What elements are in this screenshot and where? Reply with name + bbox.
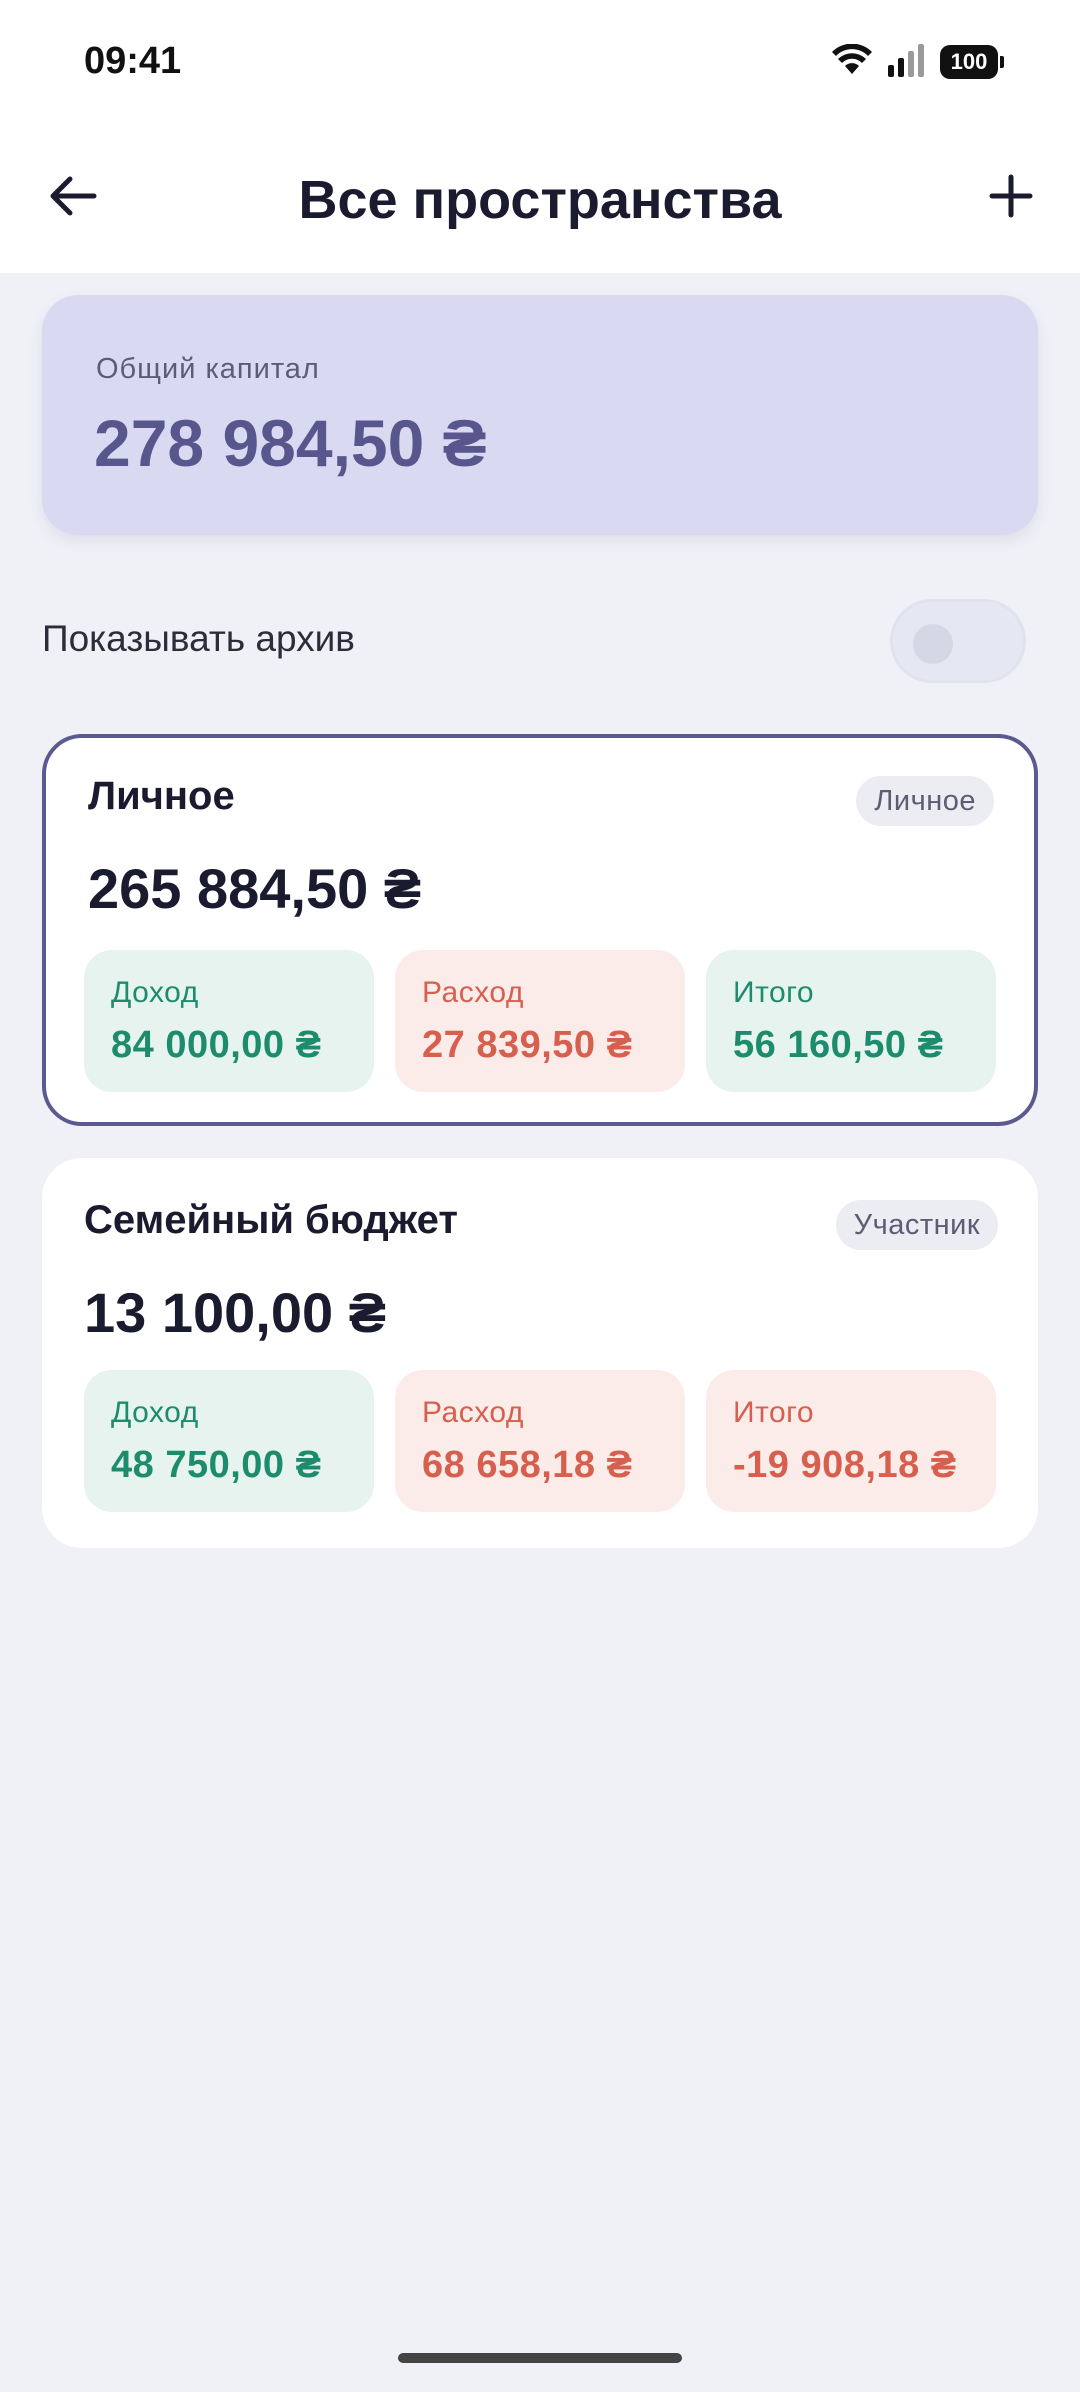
expense-label: Расход [422,1396,524,1429]
status-bar: 09:41 100 [0,0,1080,125]
income-box: Доход 48 750,00 ₴ [84,1370,374,1512]
app-bar: Все пространства [0,125,1080,273]
space-card-family-budget[interactable]: Семейный бюджет Участник 13 100,00 ₴ Дох… [42,1158,1038,1548]
total-label: Итого [733,1396,815,1429]
expense-box: Расход 68 658,18 ₴ [395,1370,685,1512]
home-indicator[interactable] [398,2353,682,2363]
space-name: Семейный бюджет [84,1198,458,1242]
expense-label: Расход [422,976,524,1009]
space-role-badge: Участник [835,1200,998,1250]
total-box: Итого -19 908,18 ₴ [706,1370,996,1512]
battery-icon: 100 [940,45,1004,79]
space-card-personal[interactable]: Личное Личное 265 884,50 ₴ Доход 84 000,… [42,734,1038,1126]
expense-value: 68 658,18 ₴ [422,1444,633,1486]
plus-icon [989,174,1033,223]
total-box: Итого 56 160,50 ₴ [706,950,996,1092]
space-balance: 13 100,00 ₴ [84,1281,387,1344]
expense-value: 27 839,50 ₴ [422,1024,633,1066]
toggle-knob [913,624,953,664]
space-balance: 265 884,50 ₴ [88,857,422,920]
income-box: Доход 84 000,00 ₴ [84,950,374,1092]
income-value: 84 000,00 ₴ [111,1024,322,1066]
total-capital-label: Общий капитал [96,353,320,385]
total-value: -19 908,18 ₴ [733,1444,957,1486]
total-capital-value: 278 984,50 ₴ [94,406,487,480]
space-name: Личное [88,774,235,818]
wifi-icon [832,43,872,81]
income-label: Доход [111,1396,199,1429]
total-capital-card: Общий капитал 278 984,50 ₴ [42,295,1038,535]
add-space-button[interactable] [978,165,1044,231]
income-label: Доход [111,976,199,1009]
signal-icon [886,43,926,82]
status-time: 09:41 [84,40,182,82]
status-icons: 100 [832,42,1004,82]
total-label: Итого [733,976,815,1009]
total-value: 56 160,50 ₴ [733,1024,944,1066]
space-role-badge: Личное [856,776,994,826]
show-archive-row: Показывать архив [42,596,1038,686]
show-archive-label: Показывать архив [42,618,355,659]
income-value: 48 750,00 ₴ [111,1444,322,1486]
show-archive-toggle[interactable] [890,599,1026,683]
page-title: Все пространства [298,170,782,230]
expense-box: Расход 27 839,50 ₴ [395,950,685,1092]
